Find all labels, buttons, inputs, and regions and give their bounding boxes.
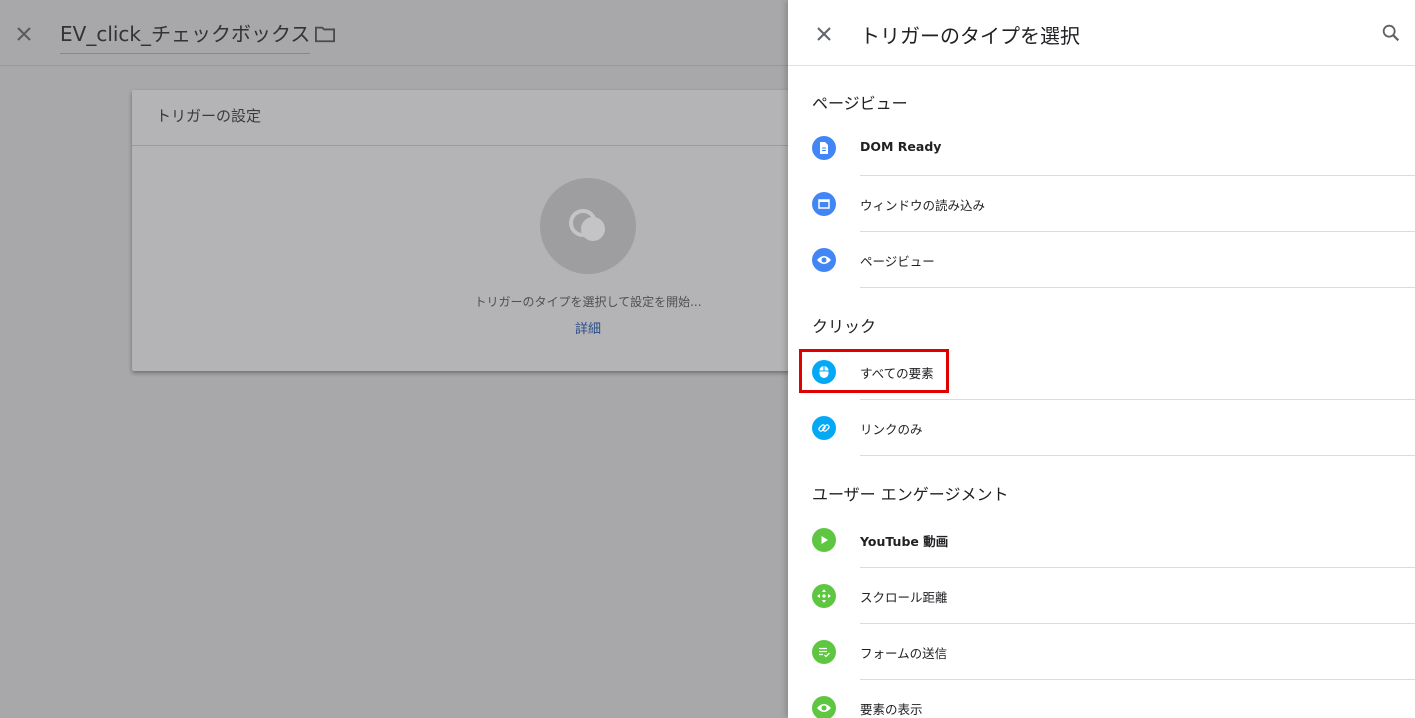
trigger-item-label: すべての要素 bbox=[860, 366, 934, 381]
section-title-pageview: ページビュー bbox=[812, 94, 908, 113]
trigger-item-label: ページビュー bbox=[860, 254, 935, 269]
document-icon bbox=[812, 136, 836, 160]
panel-header: トリガーのタイプを選択 bbox=[788, 0, 1415, 66]
trigger-item-page-view[interactable]: ページビュー bbox=[788, 232, 1415, 288]
trigger-item-youtube-video[interactable]: YouTube 動画 bbox=[788, 512, 1415, 568]
link-icon bbox=[812, 416, 836, 440]
trigger-item-form-submission[interactable]: フォームの送信 bbox=[788, 624, 1415, 680]
divider bbox=[860, 455, 1415, 456]
move-icon bbox=[812, 584, 836, 608]
trigger-item-window-loaded[interactable]: ウィンドウの読み込み bbox=[788, 176, 1415, 232]
close-icon[interactable] bbox=[12, 22, 36, 46]
eye-icon bbox=[812, 248, 836, 272]
play-icon bbox=[812, 528, 836, 552]
trigger-item-scroll-depth[interactable]: スクロール距離 bbox=[788, 568, 1415, 624]
trigger-item-label: 要素の表示 bbox=[860, 702, 923, 717]
trigger-placeholder-icon[interactable] bbox=[540, 178, 636, 274]
folder-icon[interactable] bbox=[314, 24, 336, 44]
trigger-item-label: リンクのみ bbox=[860, 422, 923, 437]
card-prompt-text: トリガーのタイプを選択して設定を開始... bbox=[474, 295, 702, 309]
trigger-type-panel: トリガーのタイプを選択 ページビュー DOM Ready ウィンドウの読み込み … bbox=[788, 0, 1415, 718]
learn-more-link[interactable]: 詳細 bbox=[132, 318, 812, 337]
trigger-item-just-links[interactable]: リンクのみ bbox=[788, 400, 1415, 456]
search-icon[interactable] bbox=[1380, 22, 1402, 44]
trigger-item-all-elements[interactable]: すべての要素 bbox=[788, 344, 1415, 400]
card-title: トリガーの設定 bbox=[156, 107, 262, 125]
divider bbox=[132, 145, 812, 146]
eye-icon bbox=[812, 696, 836, 718]
editor-header: EV_click_チェックボックス bbox=[0, 0, 788, 66]
trigger-config-card: トリガーの設定 トリガーのタイプを選択して設定を開始... 詳細 bbox=[132, 90, 812, 371]
trigger-item-label: フォームの送信 bbox=[860, 646, 948, 661]
window-icon bbox=[812, 192, 836, 216]
trigger-item-label: DOM Ready bbox=[860, 139, 942, 154]
mouse-icon bbox=[812, 360, 836, 384]
trigger-item-element-visibility[interactable]: 要素の表示 bbox=[788, 680, 1415, 718]
close-icon[interactable] bbox=[812, 22, 836, 46]
divider bbox=[860, 287, 1415, 288]
trigger-item-dom-ready[interactable]: DOM Ready bbox=[788, 120, 1415, 176]
form-check-icon bbox=[812, 640, 836, 664]
trigger-item-label: スクロール距離 bbox=[860, 590, 948, 605]
panel-title: トリガーのタイプを選択 bbox=[860, 24, 1080, 48]
trigger-item-label: YouTube 動画 bbox=[860, 534, 949, 549]
trigger-item-label: ウィンドウの読み込み bbox=[860, 198, 986, 213]
section-title-click: クリック bbox=[812, 317, 877, 336]
trigger-name-field[interactable]: EV_click_チェックボックス bbox=[60, 18, 311, 54]
section-title-user-engagement: ユーザー エンゲージメント bbox=[812, 485, 1009, 504]
